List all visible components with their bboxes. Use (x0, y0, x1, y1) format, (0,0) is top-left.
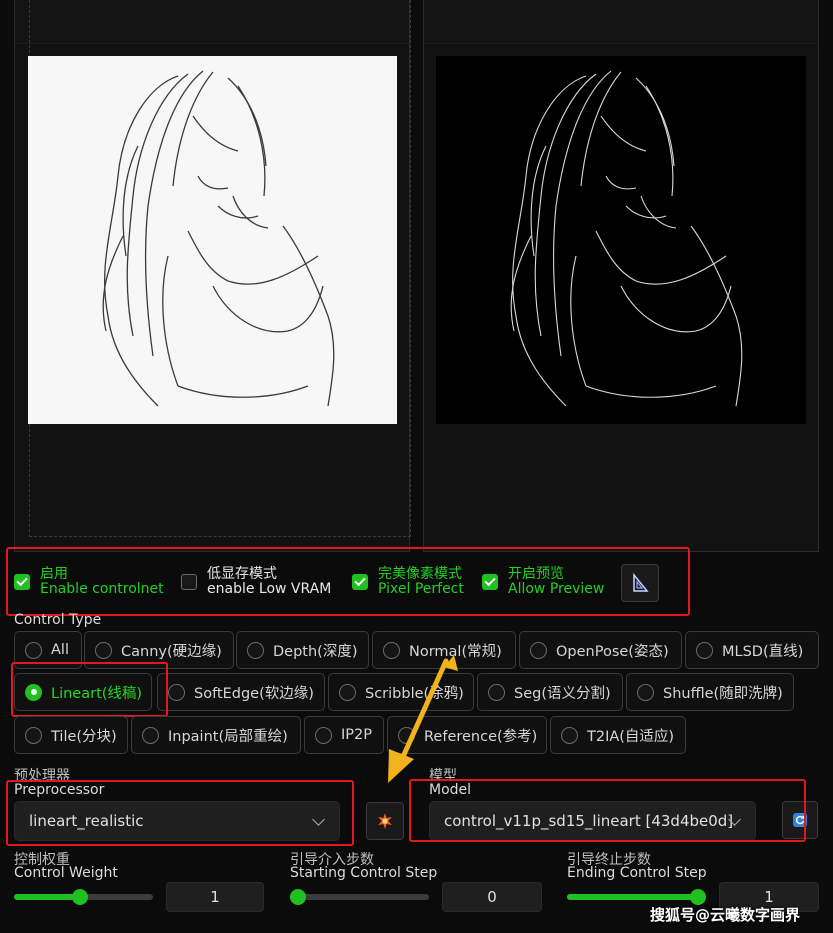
checkbox-label-zh: 低显存模式 (207, 566, 277, 582)
radio-mark (339, 683, 356, 701)
preprocessor-highlight-box (6, 780, 354, 846)
sketch-drawing (102, 70, 335, 407)
watermark-text: 搜狐号@云曦数字画界 (650, 906, 801, 924)
control-type-shuffle[interactable]: Shuffle(随即洗牌) (626, 673, 794, 711)
control-type-depth[interactable]: Depth(深度) (236, 631, 369, 669)
radio-mark (315, 726, 332, 744)
option-label: Seg(语义分割) (514, 685, 611, 702)
checkbox-label-en: enable Low VRAM (207, 581, 332, 597)
control-type-softedge[interactable]: SoftEdge(软边缘) (157, 673, 325, 711)
radio-mark (95, 641, 112, 659)
control-weight-slider[interactable] (14, 889, 153, 905)
option-label: SoftEdge(软边缘) (194, 685, 314, 702)
radio-mark (637, 683, 654, 701)
option-label: IP2P (341, 727, 372, 743)
option-label: OpenPose(姿态) (556, 643, 669, 660)
radio-mark (488, 683, 505, 701)
option-label: Shuffle(随即洗牌) (663, 685, 783, 702)
ending-step-slider[interactable] (567, 889, 706, 905)
checkbox-label-zh: 开启预览 (508, 566, 564, 582)
starting-step-label: Starting Control Step (290, 865, 438, 881)
lineart-highlight-box (11, 662, 168, 717)
checkbox-label-zh: 启用 (40, 566, 68, 582)
radio-mark (561, 726, 578, 744)
option-label: All (51, 642, 69, 658)
radio-mark (530, 641, 547, 659)
checkbox-label-en: Enable controlnet (40, 581, 164, 597)
starting-step-slider[interactable] (290, 889, 429, 905)
slider-thumb[interactable] (690, 889, 706, 905)
lineart-drawing (510, 70, 743, 407)
control-type-tile[interactable]: Tile(分块) (14, 716, 128, 754)
control-weight-input[interactable]: 1 (166, 882, 264, 912)
checkbox-mark (482, 574, 498, 590)
allow-preview-checkbox[interactable]: 开启预览 Allow Preview (482, 567, 604, 597)
checkbox-label-en: Allow Preview (508, 581, 605, 597)
preview-image-panel (423, 0, 819, 552)
radio-mark (25, 641, 42, 659)
control-type-t2ia[interactable]: T2IA(自适应) (550, 716, 686, 754)
model-highlight-box (409, 779, 806, 842)
slider-fill (567, 894, 698, 900)
control-weight-label: Control Weight (14, 865, 118, 881)
checkbox-mark (181, 574, 197, 590)
panel-header (424, 0, 818, 44)
control-type-inpaint[interactable]: Inpaint(局部重绘) (131, 716, 301, 754)
option-label: Depth(深度) (273, 643, 358, 660)
control-type-seg[interactable]: Seg(语义分割) (477, 673, 623, 711)
option-label: T2IA(自适应) (587, 728, 675, 745)
option-label: Canny(硬边缘) (121, 643, 222, 660)
triangle-ruler-icon (633, 573, 649, 592)
radio-mark (168, 683, 185, 701)
checkbox-label-en: Pixel Perfect (378, 581, 464, 597)
slider-thumb[interactable] (72, 889, 88, 905)
option-label: Tile(分块) (51, 728, 117, 745)
radio-mark (247, 641, 264, 659)
low-vram-checkbox[interactable]: 低显存模式 enable Low VRAM (181, 567, 331, 597)
input-sketch-image (28, 56, 397, 424)
radio-mark (25, 726, 42, 744)
triangle-ruler-button[interactable] (621, 564, 659, 602)
radio-mark (142, 726, 159, 744)
slider-fill (14, 894, 80, 900)
input-image-panel (14, 0, 411, 552)
control-type-openpose[interactable]: OpenPose(姿态) (519, 631, 682, 669)
ending-step-label: Ending Control Step (567, 865, 707, 881)
option-label: Inpaint(局部重绘) (168, 728, 288, 745)
enable-controlnet-checkbox[interactable]: 启用 Enable controlnet (14, 567, 164, 597)
checkbox-label-zh: 完美像素模式 (378, 566, 462, 582)
control-type-mlsd[interactable]: MLSD(直线) (685, 631, 819, 669)
pixel-perfect-checkbox[interactable]: 完美像素模式 Pixel Perfect (352, 567, 464, 597)
control-type-ip2p[interactable]: IP2P (304, 716, 384, 754)
checkbox-mark (14, 574, 30, 590)
option-label: MLSD(直线) (722, 643, 804, 660)
slider-thumb[interactable] (290, 889, 306, 905)
checkbox-mark (352, 574, 368, 590)
starting-step-input[interactable]: 0 (442, 882, 542, 912)
explosion-icon (378, 813, 392, 829)
radio-mark (696, 641, 713, 659)
lineart-preview-image (436, 56, 806, 424)
control-type-label: Control Type (14, 612, 102, 628)
run-preprocessor-button[interactable] (366, 802, 404, 840)
